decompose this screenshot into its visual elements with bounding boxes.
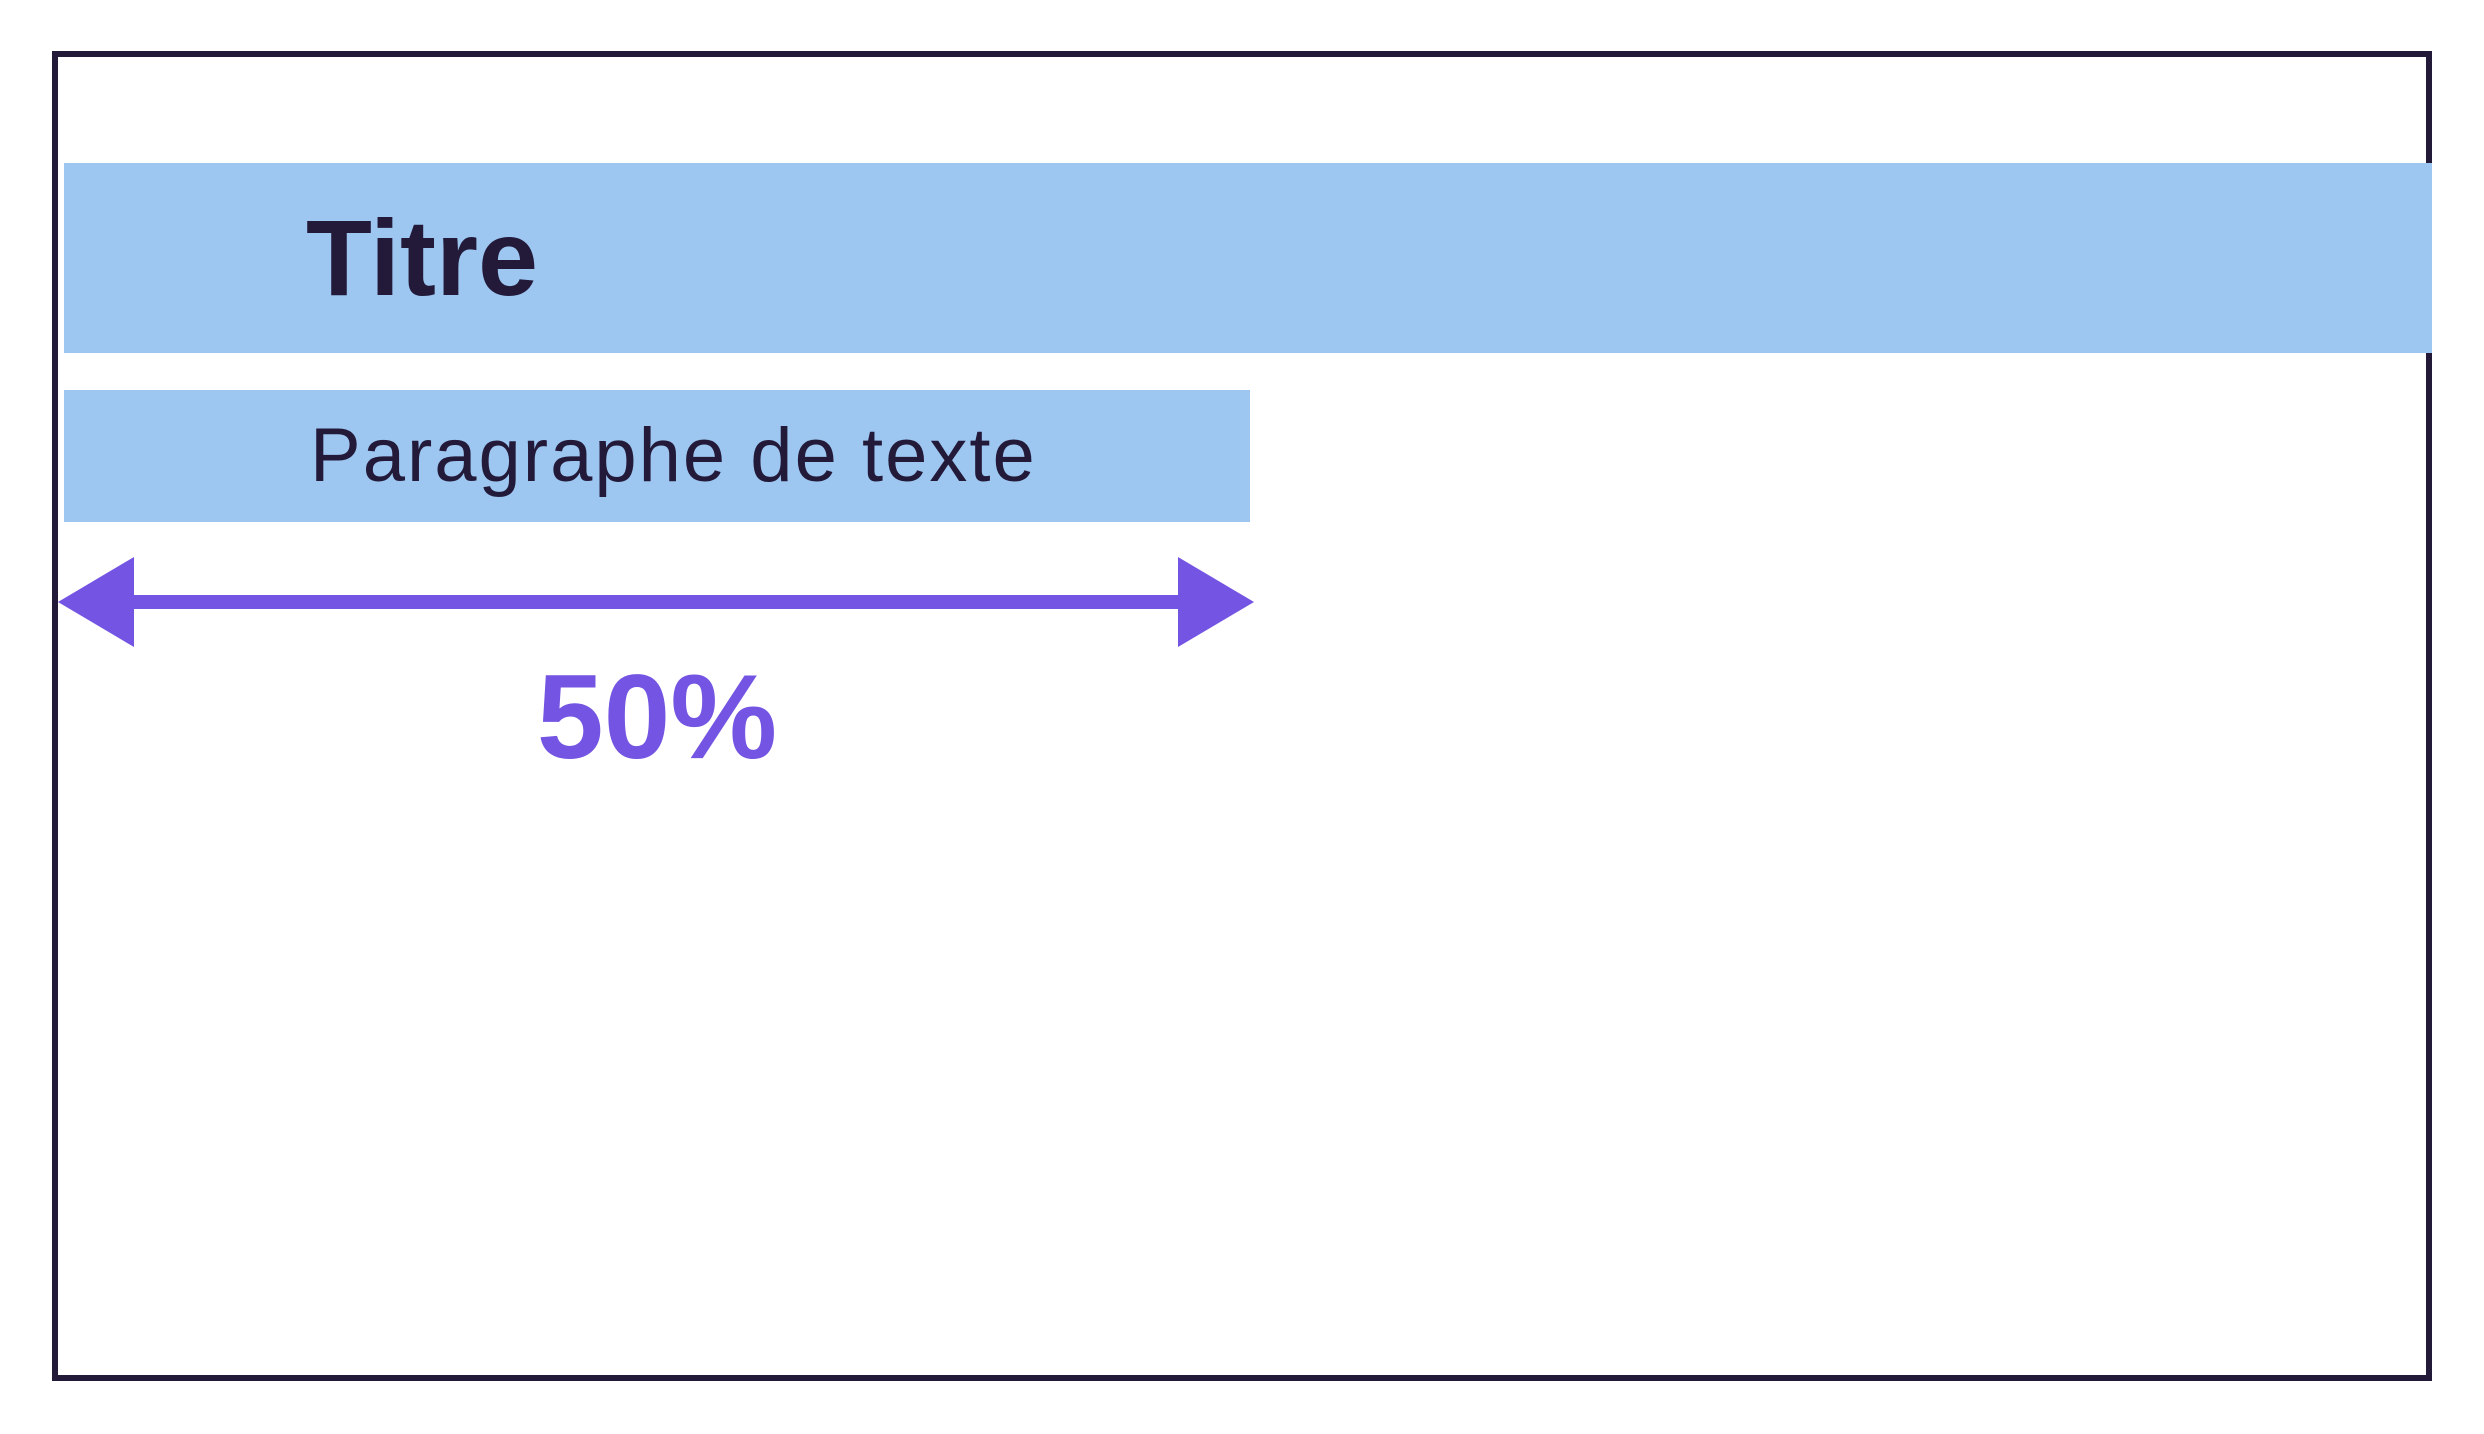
width-percent-label: 50%	[536, 650, 778, 784]
title-text: Titre	[306, 197, 539, 318]
arrow-head-right	[1178, 557, 1254, 647]
width-arrow	[58, 557, 1254, 647]
page-frame: Titre Paragraphe de texte 50%	[52, 51, 2432, 1381]
arrow-head-left	[58, 557, 134, 647]
paragraph-text: Paragraphe de texte	[310, 413, 1037, 498]
